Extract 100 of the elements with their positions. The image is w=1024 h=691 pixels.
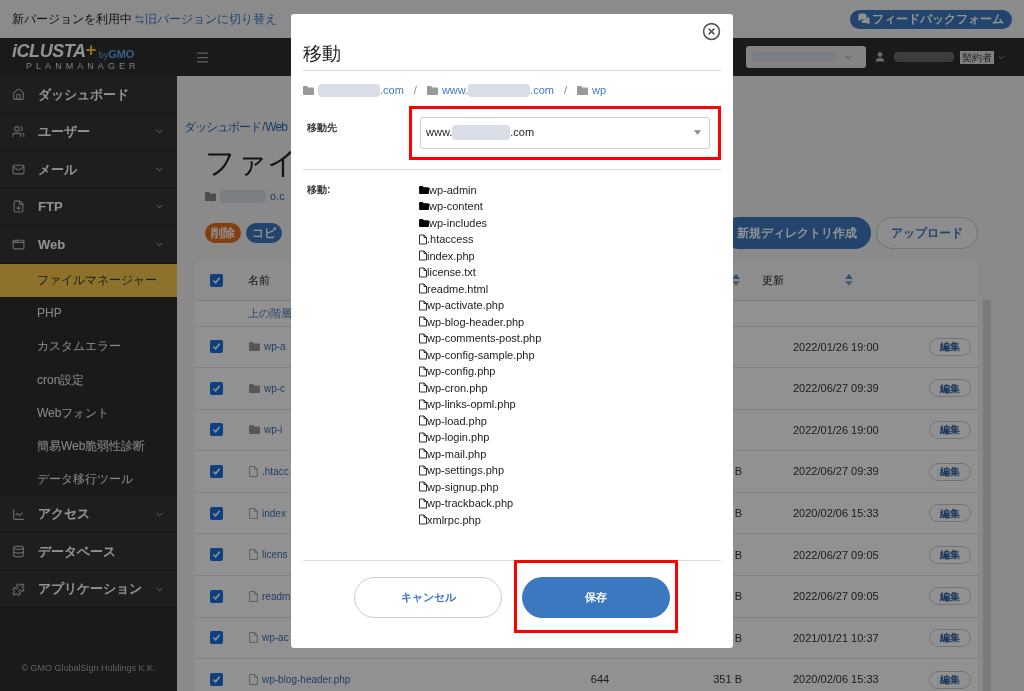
sort-icon[interactable] <box>732 274 740 286</box>
table-cell: 2020/02/06 15:33 <box>793 673 879 686</box>
field-label: 移動: <box>306 182 332 197</box>
file-name: wp-trackback.php <box>427 496 514 511</box>
submenu-item[interactable]: ファイルマネージャー <box>0 263 177 297</box>
file-name: wp-comments-post.php <box>427 331 542 346</box>
file-link[interactable]: wp-ac <box>262 630 289 646</box>
file-name: wp-config.php <box>427 364 496 379</box>
edit-button[interactable]: 編集 <box>929 421 971 439</box>
file-icon <box>419 497 427 509</box>
column-header[interactable]: 名前 <box>237 271 270 289</box>
dialog-button[interactable]: 保存 <box>522 577 670 618</box>
edit-button[interactable]: 編集 <box>929 504 971 523</box>
checkbox[interactable] <box>209 423 223 437</box>
checkbox[interactable] <box>209 340 223 354</box>
dropdown-icon <box>694 130 701 135</box>
edit-button[interactable]: 編集 <box>929 628 971 647</box>
dialog-button[interactable]: キャンセル <box>354 577 502 618</box>
checkbox[interactable] <box>209 589 223 603</box>
action-button[interactable]: アップロード <box>876 216 978 249</box>
table-cell: 2022/06/27 09:39 <box>793 465 879 478</box>
close-icon[interactable] <box>702 22 721 41</box>
file-name: wp-mail.php <box>427 446 487 462</box>
folder-icon <box>303 85 314 95</box>
redacted-block <box>894 52 954 62</box>
field-label: 移動先 <box>306 120 338 135</box>
folder-icon <box>419 202 429 211</box>
edit-button[interactable]: 編集 <box>929 379 971 398</box>
edit-button[interactable]: 編集 <box>929 587 971 606</box>
file-link[interactable]: licens <box>262 547 288 563</box>
table-cell-text: 644 <box>590 672 610 688</box>
file-link[interactable]: .htacc <box>262 464 289 480</box>
table-cell-text: B <box>734 547 742 563</box>
logo-subtitle: PLANMANAGER <box>26 61 141 71</box>
submenu-item[interactable]: 簡易Web脆弱性診断 <box>0 429 177 463</box>
file-icon <box>419 481 427 493</box>
redacted-block <box>318 83 380 97</box>
file-name: wp-cron.php <box>427 380 488 396</box>
file-name: wp-config-sample.php <box>427 347 535 363</box>
table-cell-text: B <box>734 630 742 646</box>
edit-button[interactable]: 編集 <box>929 545 971 564</box>
submenu-item[interactable]: データ移行ツール <box>0 462 177 496</box>
table-cell-text: B <box>734 505 742 521</box>
breadcrumb-link[interactable]: Web <box>265 118 287 136</box>
table-cell: 2022/01/26 19:00 <box>793 340 879 353</box>
file-name: wp-load.php <box>427 413 487 429</box>
checkbox[interactable] <box>209 381 223 395</box>
folder-icon <box>249 383 260 393</box>
file-icon <box>419 431 427 443</box>
file-name: readme.html <box>427 281 489 297</box>
checkbox[interactable] <box>209 506 223 520</box>
file-icon <box>249 590 258 602</box>
submenu-item[interactable]: PHP <box>0 296 177 330</box>
file-name: wp-admin <box>429 182 477 198</box>
file-icon <box>419 448 427 460</box>
destination-select[interactable]: www. .com <box>420 116 710 149</box>
table-cell: 2022/06/27 09:39 <box>793 382 879 395</box>
checkbox[interactable] <box>209 631 223 645</box>
edit-button[interactable]: 編集 <box>929 462 971 481</box>
file-name: wp-signup.php <box>427 479 499 495</box>
checkbox[interactable] <box>209 673 223 687</box>
file-icon <box>419 382 427 394</box>
checkbox[interactable] <box>209 273 223 287</box>
feedback-button[interactable]: フィードバックフォーム <box>850 9 1012 29</box>
checkbox[interactable] <box>209 465 223 479</box>
folder-icon <box>419 185 429 194</box>
logo-name: iCLUSTA <box>12 43 86 60</box>
breadcrumb-separator: / <box>262 119 265 136</box>
submenu-item[interactable]: Webフォント <box>0 396 177 430</box>
column-header[interactable]: 更新 <box>762 271 784 289</box>
breadcrumb-link[interactable]: wp <box>577 82 607 99</box>
file-name: license.txt <box>427 265 476 280</box>
table-cell: 2020/02/06 15:33 <box>793 506 879 519</box>
folder-icon <box>205 191 216 201</box>
file-name: wp-includes <box>429 215 488 231</box>
logo-plus: + <box>85 43 97 57</box>
file-link[interactable]: wp-blog-header.php <box>262 672 351 688</box>
action-button[interactable]: 削除 <box>205 222 241 243</box>
chat-icon <box>858 13 870 25</box>
breadcrumb-link[interactable]: .com <box>303 82 404 99</box>
user-icon <box>874 51 886 63</box>
file-link[interactable]: wp-c <box>264 380 286 396</box>
submenu-item[interactable]: カスタムエラー <box>0 329 177 364</box>
table-cell: 2022/06/27 09:05 <box>793 590 879 603</box>
switch-version-link[interactable]: 旧バージョンに切り替え <box>145 10 277 28</box>
edit-button[interactable]: 編集 <box>929 337 971 356</box>
breadcrumb-link[interactable]: www. .com <box>426 82 555 99</box>
file-link[interactable]: readm <box>262 588 291 604</box>
checkbox[interactable] <box>209 548 223 562</box>
action-button[interactable]: コピ <box>246 222 282 243</box>
file-link[interactable]: wp-a <box>264 339 286 355</box>
file-link[interactable]: index <box>262 505 286 521</box>
parent-directory-link[interactable]: 上の階層 <box>248 304 292 322</box>
breadcrumb-link[interactable]: ダッシュボード <box>184 118 261 136</box>
file-link[interactable]: wp-i <box>264 422 283 438</box>
copyright: © GMO GlobalSign Holdings K.K. <box>21 661 156 675</box>
submenu-item[interactable]: cron設定 <box>0 363 177 397</box>
edit-button[interactable]: 編集 <box>929 670 971 689</box>
logo-brand: GMO <box>108 49 135 60</box>
file-icon <box>249 466 258 478</box>
